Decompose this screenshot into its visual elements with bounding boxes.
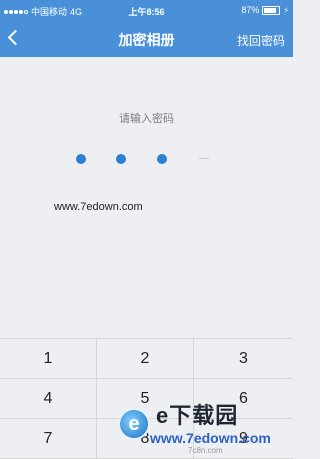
key-4[interactable]: 4 bbox=[0, 379, 97, 419]
watermark-sub: 7c8n.com bbox=[188, 446, 223, 455]
watermark-badge: e e下载园 www.7edown.com 7c8n.com bbox=[118, 398, 293, 458]
key-2[interactable]: 2 bbox=[97, 339, 194, 379]
watermark-title: e下载园 bbox=[156, 403, 239, 428]
nav-bar: 加密相册 找回密码 bbox=[0, 20, 293, 57]
password-prompt: 请输入密码 bbox=[119, 113, 174, 125]
battery-info: 87% ⚡ bbox=[241, 5, 289, 15]
key-7[interactable]: 7 bbox=[0, 419, 97, 459]
charging-icon: ⚡ bbox=[283, 5, 289, 15]
key-3[interactable]: 3 bbox=[194, 339, 293, 379]
pin-dot-filled bbox=[76, 154, 86, 164]
status-bar: 中国移动 4G 上午8:56 87% ⚡ bbox=[0, 0, 293, 20]
battery-icon bbox=[262, 5, 281, 15]
pin-dot-empty bbox=[199, 158, 209, 159]
pin-indicator bbox=[0, 152, 293, 166]
battery-percent: 87% bbox=[241, 5, 260, 15]
key-1[interactable]: 1 bbox=[0, 339, 97, 379]
pin-dot-filled bbox=[157, 154, 167, 164]
recover-password-link[interactable]: 找回密码 bbox=[237, 32, 285, 49]
logo-letter: e bbox=[128, 412, 140, 435]
watermark-url-large: www.7edown.com bbox=[150, 430, 271, 446]
pin-dot-filled bbox=[116, 154, 126, 164]
watermark-url: www.7edown.com bbox=[54, 201, 143, 213]
